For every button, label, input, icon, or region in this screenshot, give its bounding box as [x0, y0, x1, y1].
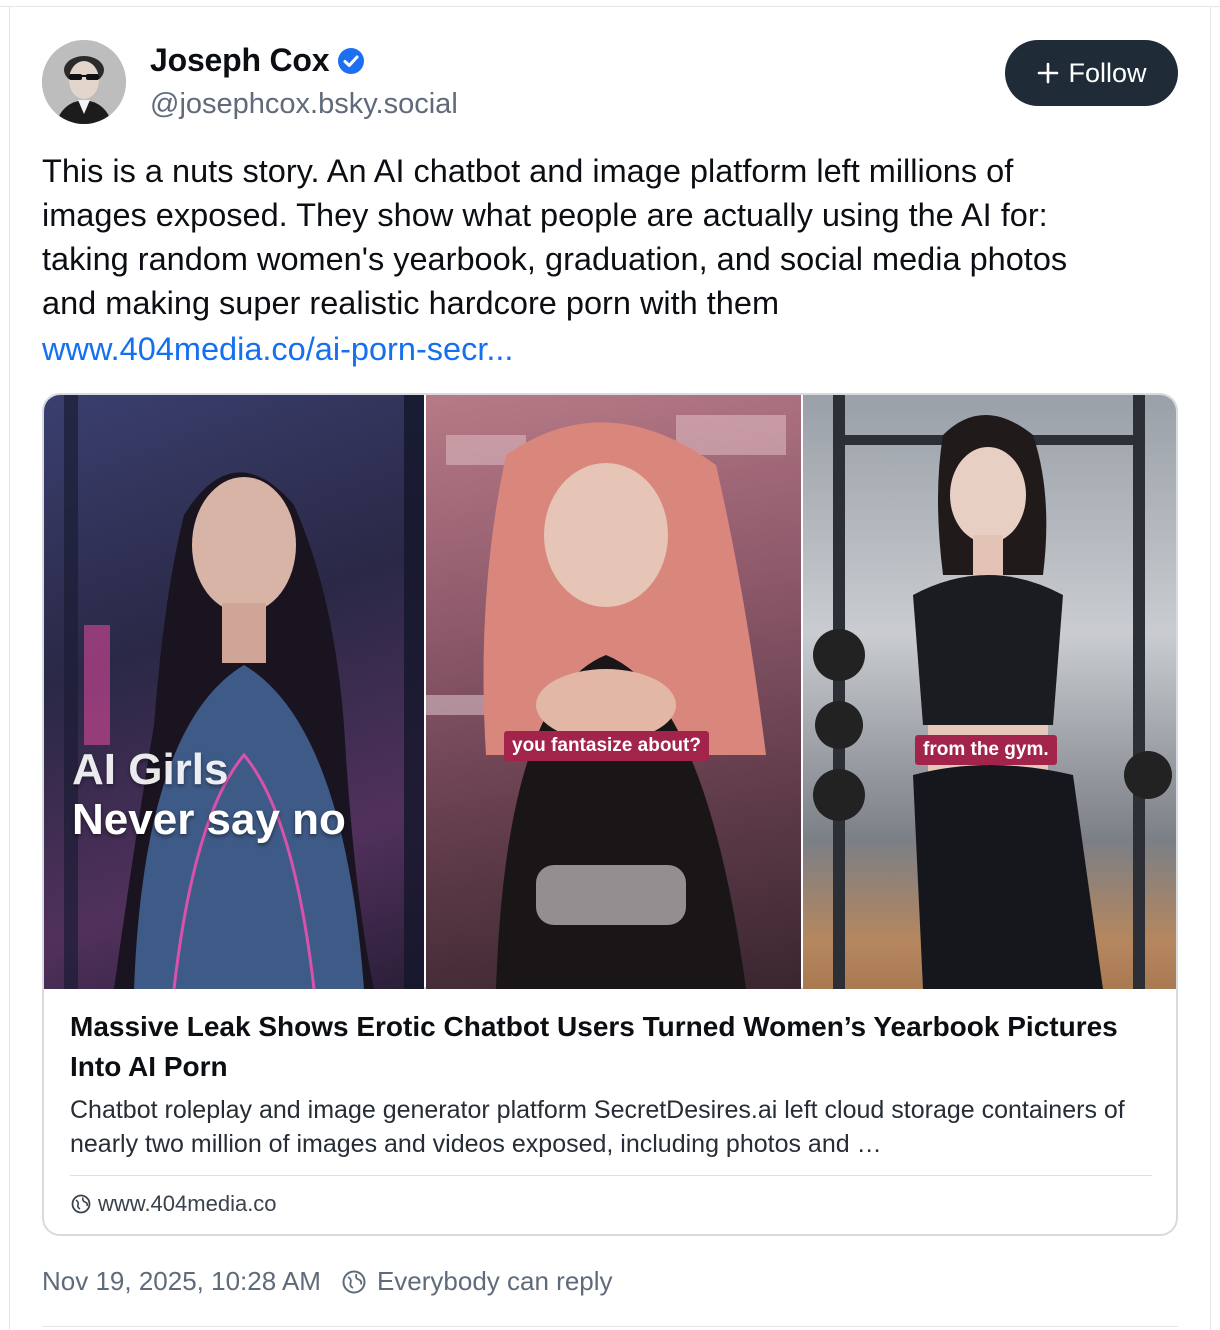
frame-right-border [1210, 6, 1211, 1330]
panel-1-caption-line-1: AI Girls [72, 745, 229, 794]
image-panel-1: AI Girls Never say no [44, 395, 424, 989]
avatar-photo [42, 40, 126, 124]
link-preview-domain: www.404media.co [98, 1191, 277, 1216]
plus-icon [1036, 61, 1060, 85]
image-panel-2: you fantasize about? [426, 395, 801, 989]
panel-2-caption: you fantasize about? [504, 731, 709, 761]
panel-1-illustration [64, 395, 424, 989]
link-preview-title[interactable]: Massive Leak Shows Erotic Chatbot Users … [70, 1007, 1150, 1087]
panel-3-caption: from the gym. [915, 735, 1057, 765]
frame-top-border [0, 6, 1220, 7]
panel-1-caption: AI Girls Never say no [72, 745, 346, 845]
link-preview-description: Chatbot roleplay and image generator pla… [70, 1096, 1125, 1158]
post-text: This is a nuts story. An AI chatbot and … [42, 153, 1068, 321]
frame-left-border [9, 6, 10, 1330]
follow-button-label: Follow [1068, 57, 1147, 88]
avatar[interactable] [42, 40, 126, 124]
follow-button[interactable]: Follow [1005, 40, 1178, 106]
reply-setting-label: Everybody can reply [376, 1266, 613, 1296]
post-meta-row: Nov 19, 2025, 10:28 AM Everybody can rep… [42, 1266, 613, 1297]
frame-bottom-divider [42, 1326, 1178, 1327]
panel-1-caption-line-2: Never say no [72, 795, 346, 844]
post-link[interactable]: www.404media.co/ai-porn-secr... [42, 327, 513, 371]
author-handle[interactable]: @josephcox.bsky.social [150, 88, 458, 121]
globe-icon [70, 1193, 92, 1215]
link-preview-divider [70, 1175, 1152, 1176]
panel-3-illustration [813, 395, 1172, 989]
globe-icon [341, 1269, 367, 1295]
reply-setting[interactable]: Everybody can reply [341, 1266, 613, 1297]
link-preview-domain-row: www.404media.co [70, 1191, 277, 1217]
panel-2-illustration [426, 415, 786, 989]
image-panel-3: from the gym. [803, 395, 1176, 989]
link-preview-image: AI Girls Never say no you fantasize abou… [44, 395, 1176, 989]
author-name-row: Joseph Cox [150, 42, 365, 79]
verified-check-icon[interactable] [337, 47, 365, 75]
author-name[interactable]: Joseph Cox [150, 42, 330, 79]
post-timestamp[interactable]: Nov 19, 2025, 10:28 AM [42, 1266, 321, 1297]
link-preview-card[interactable]: AI Girls Never say no you fantasize abou… [42, 393, 1178, 1236]
